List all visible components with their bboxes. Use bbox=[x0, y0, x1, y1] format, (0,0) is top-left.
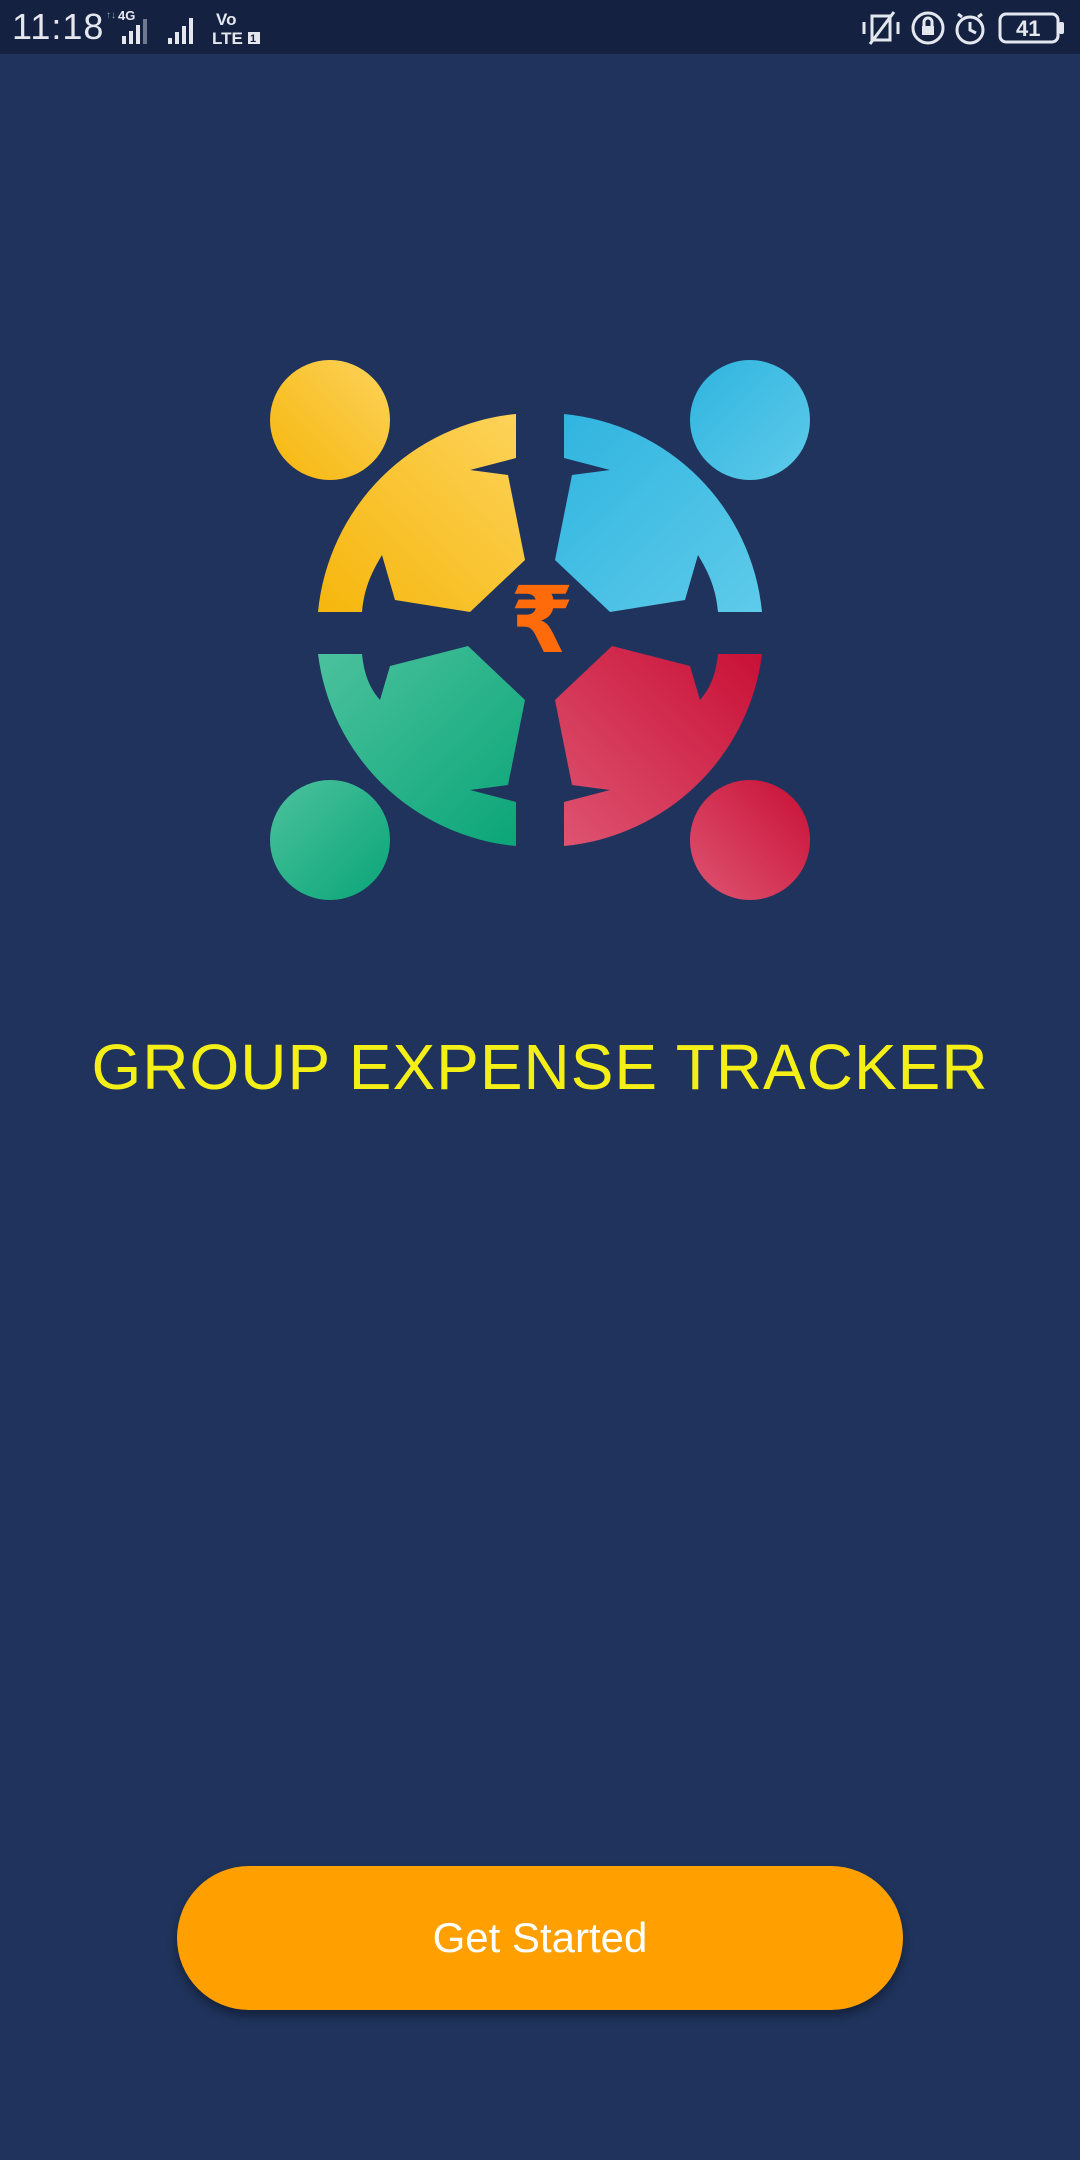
rotation-lock-icon bbox=[911, 11, 945, 45]
person-head-red bbox=[690, 780, 810, 900]
battery-icon: 41 bbox=[998, 12, 1064, 44]
alarm-icon bbox=[955, 12, 985, 45]
system-status-icons: 41 bbox=[862, 11, 1064, 45]
person-head-yellow bbox=[270, 360, 390, 480]
person-head-blue bbox=[690, 360, 810, 480]
group-people-rupee-logo: ₹ bbox=[270, 360, 810, 900]
app-title: GROUP EXPENSE TRACKER bbox=[91, 1031, 989, 1103]
lte-label: LTE bbox=[212, 29, 243, 48]
signal-4g-icon: 4G ↑↓ bbox=[106, 8, 147, 44]
status-bar: 11:18 4G ↑↓ Vo LTE 1 41 bbox=[0, 0, 1080, 54]
welcome-screen: 11:18 4G ↑↓ Vo LTE 1 41 ₹ GROUP EXPENSE … bbox=[0, 0, 1080, 2160]
sim-slot-label: 1 bbox=[250, 33, 256, 45]
battery-level: 41 bbox=[1016, 16, 1040, 41]
network-status-icons: 4G ↑↓ Vo LTE 1 bbox=[106, 8, 260, 48]
person-head-green bbox=[270, 780, 390, 900]
volte-icon: Vo LTE 1 bbox=[212, 10, 260, 48]
status-time: 11:18 bbox=[12, 6, 105, 47]
get-started-button[interactable]: Get Started bbox=[177, 1866, 903, 2010]
volte-label: Vo bbox=[216, 10, 236, 29]
rupee-icon: ₹ bbox=[510, 567, 574, 674]
signal-icon bbox=[168, 18, 193, 44]
vibrate-icon bbox=[862, 11, 900, 45]
network-type-label: 4G bbox=[118, 8, 135, 23]
svg-text:↑↓: ↑↓ bbox=[106, 10, 116, 21]
